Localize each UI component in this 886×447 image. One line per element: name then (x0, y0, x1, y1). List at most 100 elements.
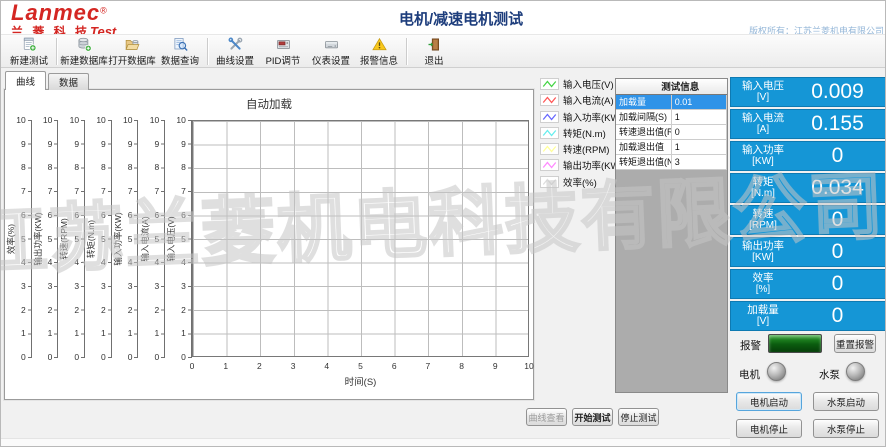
y-tick-label: 9 (74, 139, 79, 149)
y-tick-label: 10 (123, 115, 132, 125)
toolbar-button-alarm-info[interactable]: 报警信息 (355, 36, 403, 67)
table-header: 测试信息 (616, 79, 727, 94)
y-tick-label: 4 (181, 257, 186, 267)
y-axis-4: 转矩(N.m)109876543210 (85, 120, 112, 357)
readout-unit: [RPM] (749, 220, 777, 232)
reset-alarm-button[interactable]: 重置报警 (834, 334, 876, 353)
table-row[interactable]: 加载间隔(S)1 (616, 109, 727, 124)
y-tick-label: 7 (74, 186, 79, 196)
readout-row: 加载量[V]0 (730, 301, 886, 331)
x-tick-label: 2 (257, 361, 262, 371)
motor-start-button[interactable]: 电机启动 (736, 392, 802, 411)
y-tick-label: 1 (154, 328, 159, 338)
toolbar-button-label: 新建测试 (10, 53, 48, 67)
toolbar-button-label: 数据查询 (161, 53, 199, 67)
y-tick-label: 5 (74, 234, 79, 244)
y-axis-5: 输入功率(KW)109876543210 (112, 120, 139, 357)
plot-area (192, 120, 529, 357)
y-tick-label: 6 (21, 210, 26, 220)
motor-stop-button[interactable]: 电机停止 (736, 419, 802, 438)
x-tick-label: 0 (190, 361, 195, 371)
y-axis-title: 转矩(N.m) (85, 219, 97, 257)
y-tick-label: 9 (48, 139, 53, 149)
device-indicators: 电机 水泵 (730, 361, 886, 385)
legend-label: 输出功率(KW) (563, 158, 623, 172)
legend-label: 转速(RPM) (563, 142, 609, 156)
legend-label: 输入电压(V) (563, 77, 614, 91)
toolbar-button-data-query[interactable]: 数据查询 (156, 36, 204, 67)
readout-name-text: 输入功率 (742, 144, 784, 156)
readout-name-text: 效率 (753, 272, 774, 284)
y-tick-label: 7 (48, 186, 53, 196)
test-info-panel: 测试信息 加载量0.01加载间隔(S)1转速退出值(RPM)0加载退出值1转矩退… (615, 78, 728, 393)
toolbar-separator (207, 38, 208, 65)
y-tick-label: 5 (181, 234, 186, 244)
page-title: 电机/减速电机测试 (399, 8, 523, 29)
toolbar-button-open-database[interactable]: 打开数据库 (108, 36, 156, 67)
readout-value: 0.009 (795, 80, 886, 104)
y-tick-label: 7 (181, 186, 186, 196)
toolbar-button-new-test[interactable]: 新建测试 (5, 36, 53, 67)
legend-item: 效率(%) (540, 176, 623, 188)
table-row[interactable]: 加载量0.01 (616, 94, 727, 109)
table-row[interactable]: 转速退出值(RPM)0 (616, 124, 727, 139)
start-test-button[interactable]: 开始测试 (572, 408, 613, 426)
y-tick-label: 2 (154, 305, 159, 315)
y-tick-label: 1 (21, 328, 26, 338)
y-axis-1: 效率(%)109876543210 (5, 120, 32, 357)
new-test-icon (19, 37, 40, 52)
pump-stop-button[interactable]: 水泵停止 (813, 419, 879, 438)
y-tick-label: 3 (181, 281, 186, 291)
table-row[interactable]: 加载退出值1 (616, 139, 727, 154)
y-axis-title: 转速(RPM) (58, 218, 70, 260)
readout-label: 加载量[V] (731, 304, 795, 328)
y-tick-label: 2 (21, 305, 26, 315)
toolbar-button-new-database[interactable]: 新建数据库 (60, 36, 108, 67)
y-tick-label: 10 (16, 115, 25, 125)
x-tick-label: 6 (392, 361, 397, 371)
toolbar-button-meter-settings[interactable]: 仪表设置 (307, 36, 355, 67)
y-axes: 效率(%)109876543210输出功率(KW)109876543210转速(… (5, 120, 195, 357)
chart-panel: 自动加载 效率(%)109876543210输出功率(KW)1098765432… (4, 89, 534, 400)
param-name-cell: 转速退出值(RPM) (616, 124, 671, 139)
y-tick-label: 5 (128, 234, 133, 244)
tab-data[interactable]: 数据 (48, 73, 89, 90)
stop-test-button[interactable]: 停止测试 (618, 408, 659, 426)
readout-row: 输入电压[V]0.009 (730, 77, 886, 107)
tab-curve[interactable]: 曲线 (5, 71, 46, 90)
toolbar-button-exit[interactable]: 退出 (410, 36, 458, 67)
legend-item: 输入电流(A) (540, 94, 623, 106)
motor-label: 电机 (739, 367, 760, 382)
pump-start-button[interactable]: 水泵启动 (813, 392, 879, 411)
y-tick-label: 5 (48, 234, 53, 244)
table-row[interactable]: 转矩退出值(N.m)3 (616, 154, 727, 169)
toolbar-button-curve-settings[interactable]: 曲线设置 (211, 36, 259, 67)
y-tick-label: 6 (101, 210, 106, 220)
test-buttons: 曲线查看 开始测试 停止测试 (526, 408, 659, 426)
legend-item: 输入功率(KW) (540, 111, 623, 123)
readout-value: 0 (795, 304, 886, 328)
y-tick-label: 10 (176, 115, 185, 125)
motor-status-indicator (767, 362, 786, 381)
readout-panel: 输入电压[V]0.009输入电流[A]0.155输入功率[KW]0转矩[N.m]… (730, 77, 886, 331)
toolbar-button-label: 新建数据库 (60, 53, 108, 67)
readout-label: 效率[%] (731, 272, 795, 296)
legend-swatch (540, 159, 559, 171)
toolbar-button-pid-tune[interactable]: PID调节 (259, 36, 307, 67)
param-value-cell: 0 (671, 124, 726, 139)
y-tick-label: 0 (74, 352, 79, 362)
y-tick-label: 3 (101, 281, 106, 291)
legend-swatch (540, 78, 559, 90)
toolbar-button-label: 曲线设置 (216, 53, 254, 67)
curve-view-button[interactable]: 曲线查看 (526, 408, 567, 426)
alarm-label: 报警 (740, 338, 761, 353)
y-tick-label: 8 (101, 162, 106, 172)
pump-label: 水泵 (819, 367, 840, 382)
y-tick-label: 9 (181, 139, 186, 149)
x-tick-label: 9 (493, 361, 498, 371)
readout-unit: [A] (757, 124, 769, 136)
y-tick-label: 1 (74, 328, 79, 338)
readout-row: 转矩[N.m]0.034 (730, 173, 886, 203)
legend-swatch (540, 127, 559, 139)
y-tick-label: 4 (21, 257, 26, 267)
